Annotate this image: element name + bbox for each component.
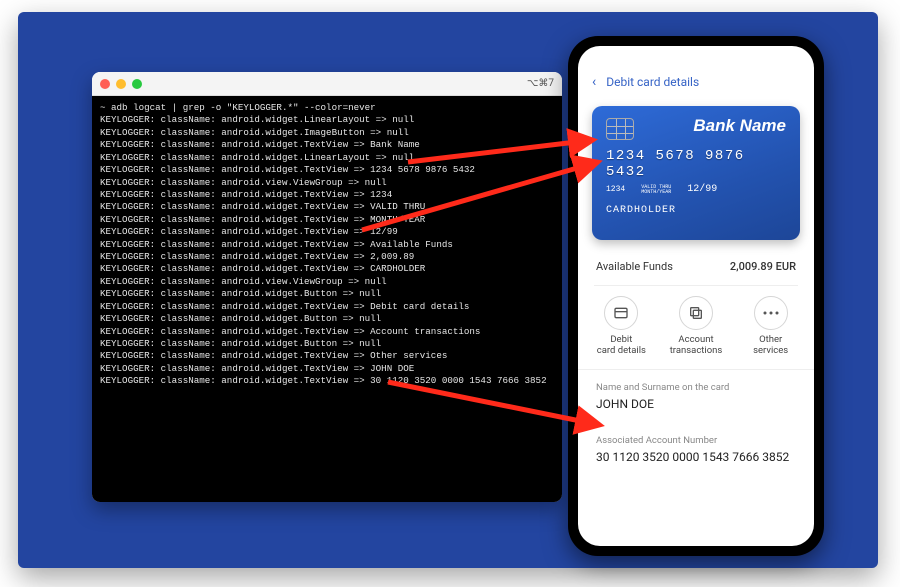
close-icon[interactable] <box>100 79 110 89</box>
action-button[interactable]: Accounttransactions <box>660 296 732 357</box>
terminal-titlebar: ⌥⌘7 <box>92 72 562 96</box>
available-funds-value: 2,009.89 EUR <box>730 260 796 273</box>
minimize-icon[interactable] <box>116 79 126 89</box>
action-button[interactable]: Debitcard details <box>585 296 657 357</box>
account-number-value: 30 1120 3520 0000 1543 7666 3852 <box>596 450 796 464</box>
copy-icon <box>679 296 713 330</box>
cardholder-name-label: Name and Surname on the card <box>596 382 796 393</box>
illustration-canvas: ⌥⌘7 ~ adb logcat | grep -o "KEYLOGGER.*"… <box>18 12 878 568</box>
action-label: Accounttransactions <box>660 334 732 357</box>
action-label: Otherservices <box>735 334 807 357</box>
chip-icon <box>606 118 634 140</box>
maximize-icon[interactable] <box>132 79 142 89</box>
card-icon <box>604 296 638 330</box>
cardholder-name-value: JOHN DOE <box>596 397 796 411</box>
phone-screen: ‹ Debit card details Bank Name 1234 5678… <box>578 46 814 546</box>
card-number: 1234 5678 9876 5432 <box>606 148 786 180</box>
back-icon[interactable]: ‹ <box>592 74 596 90</box>
status-bar <box>578 46 814 64</box>
debit-card: Bank Name 1234 5678 9876 5432 1234 VALID… <box>592 106 800 240</box>
terminal-output[interactable]: ~ adb logcat | grep -o "KEYLOGGER.*" --c… <box>92 96 562 502</box>
month-year-label: MONTH/YEAR <box>641 190 671 195</box>
action-label: Debitcard details <box>585 334 657 357</box>
bank-name: Bank Name <box>693 116 786 136</box>
action-button[interactable]: Otherservices <box>735 296 807 357</box>
available-funds-label: Available Funds <box>596 260 673 273</box>
card-expiry: 12/99 <box>687 184 717 195</box>
cardholder-label: CARDHOLDER <box>606 205 786 216</box>
page-title: Debit card details <box>606 75 699 89</box>
terminal-shortcut-label: ⌥⌘7 <box>527 78 554 89</box>
divider <box>594 285 798 286</box>
app-header: ‹ Debit card details <box>578 64 814 100</box>
actions-row: Debitcard detailsAccounttransactionsOthe… <box>578 288 814 370</box>
terminal-window: ⌥⌘7 ~ adb logcat | grep -o "KEYLOGGER.*"… <box>92 72 562 502</box>
more-icon <box>754 296 788 330</box>
card-small-pan: 1234 <box>606 185 625 194</box>
account-number-label: Associated Account Number <box>596 435 796 446</box>
phone-frame: ‹ Debit card details Bank Name 1234 5678… <box>568 36 824 556</box>
available-funds-row: Available Funds 2,009.89 EUR <box>578 250 814 283</box>
